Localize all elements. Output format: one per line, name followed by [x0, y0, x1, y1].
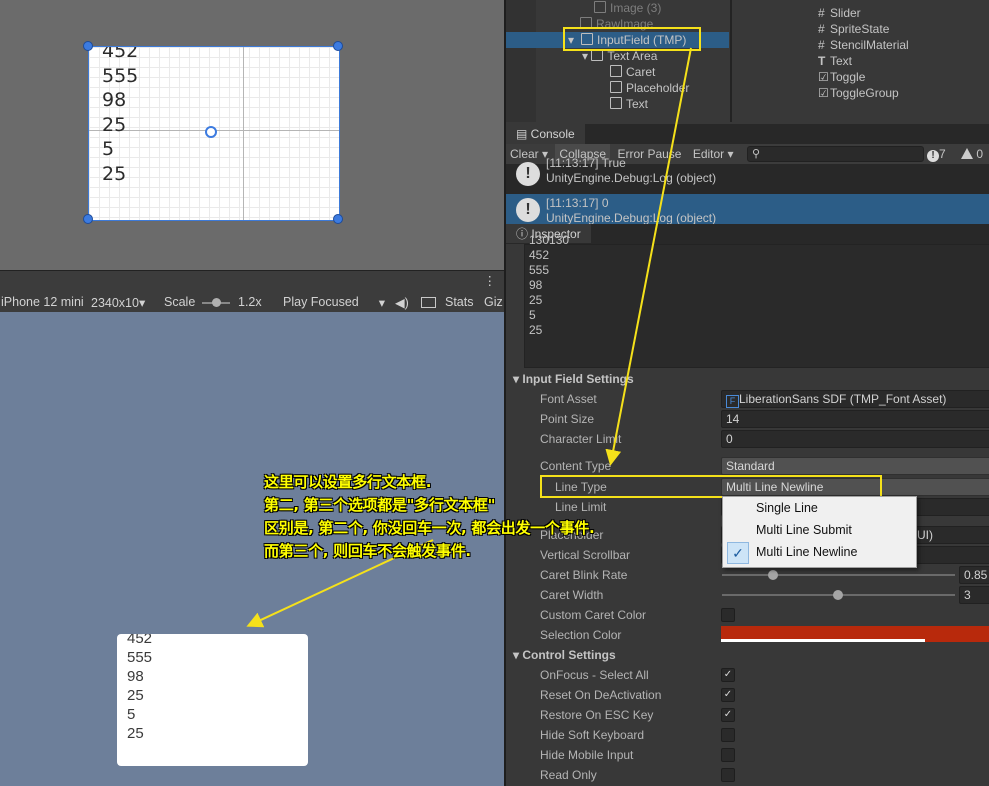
annotation-line: 这里可以设置多行文本框.	[264, 473, 432, 491]
annotation-line: 区别是, 第二个, 你没回车一次, 都会出发一个事件.	[264, 519, 595, 537]
annotation-line: 而第三个, 则回车不会触发事件.	[264, 542, 471, 560]
arrow-to-line-type	[605, 47, 692, 466]
annotation-arrows	[246, 47, 692, 628]
annotation-line: 第二, 第三个选项都是"多行文本框"	[264, 496, 496, 514]
annotation-text: 这里可以设置多行文本框. 第二, 第三个选项都是"多行文本框" 区别是, 第二个…	[264, 471, 684, 563]
